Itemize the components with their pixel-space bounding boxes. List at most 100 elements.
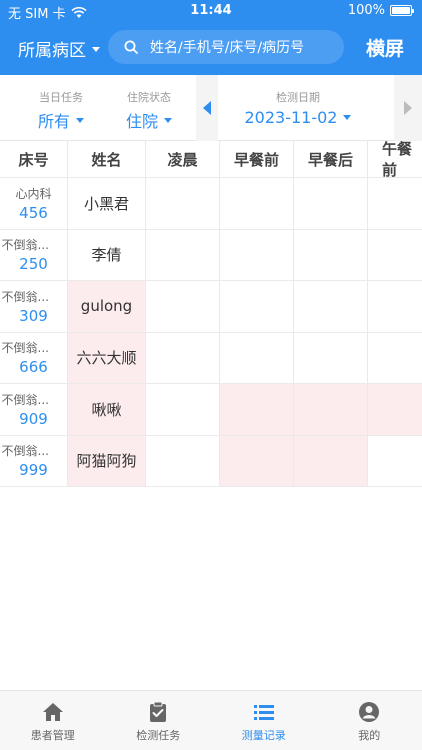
table-row[interactable]: 不倒翁... 909 啾啾	[0, 384, 422, 436]
record-cell[interactable]	[146, 178, 220, 230]
dept-text: 不倒翁...	[1, 238, 49, 253]
tab-label: 我的	[358, 729, 381, 742]
record-cell[interactable]	[368, 281, 422, 333]
date-filter-label: 检测日期	[276, 91, 320, 104]
record-cell[interactable]	[294, 435, 368, 487]
list-icon	[253, 705, 274, 720]
date-filter-value: 2023-11-02	[244, 108, 338, 127]
record-cell[interactable]	[294, 281, 368, 333]
record-cell[interactable]	[220, 178, 294, 230]
record-cell[interactable]	[294, 332, 368, 384]
patient-name[interactable]: gulong	[68, 281, 146, 333]
record-cell[interactable]	[146, 229, 220, 281]
record-cell[interactable]	[146, 281, 220, 333]
user-icon	[359, 702, 380, 722]
ward-label: 所属病区	[18, 41, 86, 61]
table-row[interactable]: 不倒翁... 250 李倩	[0, 229, 422, 281]
bed-cell: 心内科 456	[0, 178, 68, 230]
table-row[interactable]: 不倒翁... 666 六六大顺	[0, 332, 422, 384]
record-cell[interactable]	[368, 436, 422, 487]
battery-icon	[390, 5, 414, 16]
tab-patient-management[interactable]: 患者管理	[0, 691, 106, 750]
date-filter-value-row: 2023-11-02	[228, 108, 368, 127]
status-filter-value-row: 住院	[110, 108, 188, 132]
status-right: 100%	[348, 3, 414, 18]
task-filter-label: 当日任务	[39, 91, 83, 104]
task-filter-value: 所有	[37, 112, 70, 131]
records-table: 床号 姓名 凌晨 早餐前 早餐后 午餐前 心内科 456 小黑君 不倒翁... …	[0, 141, 422, 487]
bed-number: 250	[19, 255, 48, 274]
record-cell[interactable]	[220, 229, 294, 281]
home-icon	[42, 703, 63, 721]
patient-name[interactable]: 啾啾	[68, 384, 146, 436]
bed-number: 666	[19, 358, 48, 377]
tab-label: 测量记录	[241, 729, 286, 742]
search-input[interactable]: 姓名/手机号/床号/病历号	[108, 30, 344, 64]
chevron-down-icon	[164, 117, 172, 123]
bed-number: 999	[19, 461, 48, 480]
prev-date-button[interactable]	[196, 75, 218, 141]
record-cell[interactable]	[294, 229, 368, 281]
chevron-down-icon	[76, 117, 84, 123]
record-cell[interactable]	[220, 435, 294, 487]
record-cell[interactable]	[368, 178, 422, 230]
status-filter-label: 住院状态	[127, 91, 171, 104]
bed-cell: 不倒翁... 250	[0, 229, 68, 281]
filter-bar: 当日任务 所有 住院状态 住院 检测日期 2023-11-02	[0, 75, 422, 141]
clipboard-check-icon	[150, 701, 167, 722]
date-filter[interactable]: 检测日期 2023-11-02	[228, 89, 368, 127]
search-placeholder: 姓名/手机号/床号/病历号	[150, 40, 305, 56]
bed-cell: 不倒翁... 309	[0, 281, 68, 333]
arrow-left-icon	[203, 101, 211, 115]
ward-selector[interactable]: 所属病区	[18, 36, 100, 61]
dept-text: 不倒翁...	[1, 392, 49, 407]
record-cell[interactable]	[146, 384, 220, 436]
patient-name[interactable]: 李倩	[68, 229, 146, 281]
record-cell[interactable]	[146, 332, 220, 384]
col-early-morning: 凌晨	[146, 141, 220, 178]
dept-text: 不倒翁...	[1, 289, 49, 304]
record-cell[interactable]	[368, 333, 422, 384]
arrow-right-icon	[404, 101, 412, 115]
bed-cell: 不倒翁... 666	[0, 332, 68, 384]
task-filter-value-row: 所有	[22, 108, 100, 132]
tab-mine[interactable]: 我的	[317, 691, 422, 750]
record-cell[interactable]	[294, 178, 368, 230]
record-cell[interactable]	[220, 332, 294, 384]
tab-detection-tasks[interactable]: 检测任务	[106, 691, 212, 750]
search-icon	[124, 40, 138, 54]
record-cell[interactable]	[368, 384, 422, 436]
patient-name[interactable]: 阿猫阿狗	[68, 435, 146, 487]
table-row[interactable]: 不倒翁... 999 阿猫阿狗	[0, 435, 422, 487]
tab-measurement-records[interactable]: 测量记录	[211, 691, 317, 750]
chevron-down-icon	[92, 47, 100, 52]
next-date-button[interactable]	[394, 75, 422, 141]
tab-label: 检测任务	[136, 729, 181, 742]
bed-cell: 不倒翁... 909	[0, 384, 68, 436]
col-before-lunch: 午餐前	[368, 141, 422, 178]
col-bed: 床号	[0, 141, 68, 178]
bed-cell: 不倒翁... 999	[0, 435, 68, 487]
col-name: 姓名	[68, 141, 146, 178]
dept-text: 不倒翁...	[1, 341, 49, 356]
bed-number: 456	[19, 203, 48, 222]
dept-text: 心内科	[15, 186, 52, 201]
col-after-breakfast: 早餐后	[294, 141, 368, 178]
tab-label: 患者管理	[30, 729, 75, 742]
record-cell[interactable]	[220, 384, 294, 436]
status-bar: 无 SIM 卡 11:44 100%	[0, 0, 422, 22]
record-cell[interactable]	[220, 281, 294, 333]
patient-name[interactable]: 小黑君	[68, 178, 146, 230]
patient-name[interactable]: 六六大顺	[68, 332, 146, 384]
table-header: 床号 姓名 凌晨 早餐前 早餐后 午餐前	[0, 141, 422, 178]
landscape-button[interactable]: 横屏	[366, 34, 404, 61]
record-cell[interactable]	[146, 435, 220, 487]
table-row[interactable]: 不倒翁... 309 gulong	[0, 281, 422, 333]
table-row[interactable]: 心内科 456 小黑君	[0, 178, 422, 230]
status-filter[interactable]: 住院状态 住院	[110, 89, 188, 132]
col-before-breakfast: 早餐前	[220, 141, 294, 178]
record-cell[interactable]	[368, 230, 422, 281]
task-filter[interactable]: 当日任务 所有	[22, 89, 100, 132]
bottom-tab-bar: 患者管理 检测任务 测量记录 我的	[0, 690, 422, 750]
record-cell[interactable]	[294, 384, 368, 436]
